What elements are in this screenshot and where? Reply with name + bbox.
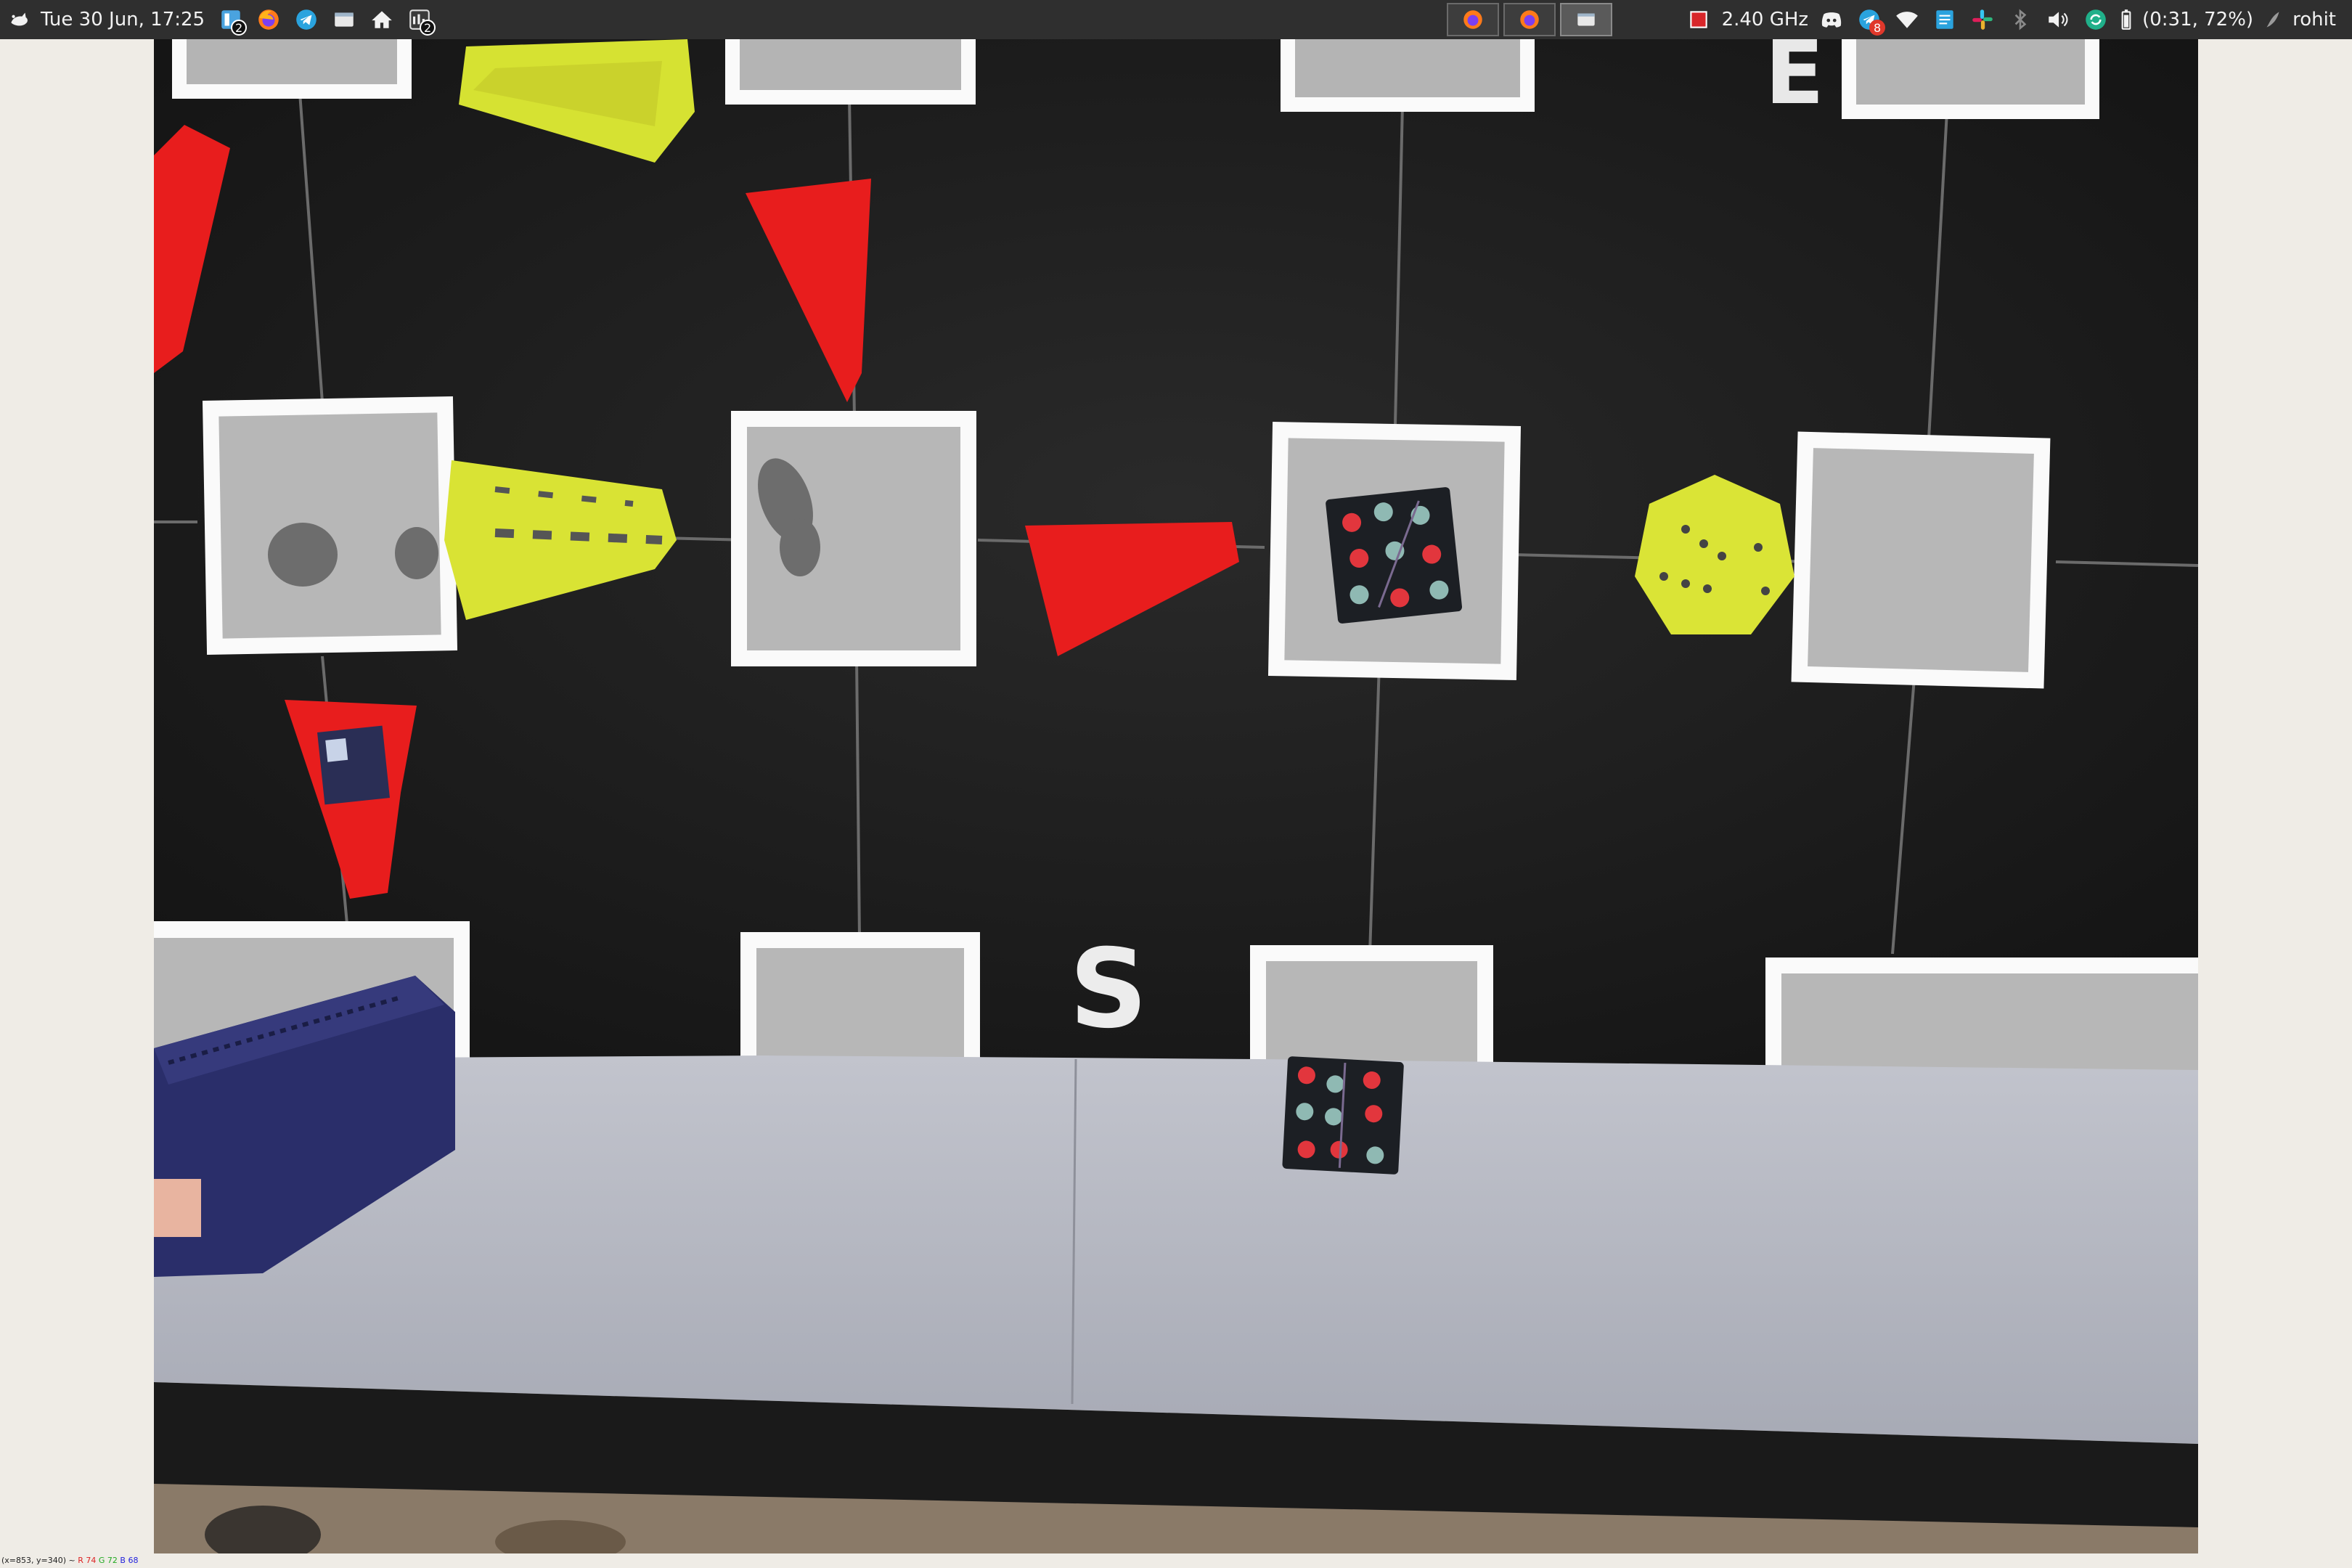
top-panel: Tue 30 Jun, 17:25 2 2 2.40 GHz 8 (0:31, … [0,0,2352,39]
grey-surface [154,1055,2198,1444]
user-name[interactable]: rohit [2292,9,2336,30]
camera-view[interactable]: E S [154,39,2198,1553]
dice-card-on-surface [1282,1056,1404,1175]
xfce-menu-icon[interactable] [3,4,35,36]
bluetooth-icon[interactable] [2004,4,2036,36]
cpu-frequency[interactable]: 2.40 GHz [1722,9,1809,30]
dice-card-on-tile [1326,487,1463,624]
multiload-badge: 2 [420,20,436,36]
window-icon [1577,13,1595,26]
telegram-launcher-icon[interactable] [290,4,322,36]
taskbar-firefox-2[interactable] [1503,3,1556,36]
green-value: G 72 [98,1556,118,1565]
battery-icon[interactable] [2118,4,2135,36]
panel-clock[interactable]: Tue 30 Jun, 17:25 [41,9,205,30]
taskbar-window-active[interactable] [1559,3,1612,36]
wifi-icon[interactable] [1891,4,1923,36]
workspace-badge: 2 [231,20,248,36]
red-value: R 74 [78,1556,97,1565]
telegram-unread-badge: 8 [1869,20,1886,36]
window-launcher-icon[interactable] [328,4,360,36]
taskbar-firefox-1[interactable] [1446,3,1499,36]
multiload-icon[interactable]: 2 [404,4,436,36]
board-label-e: E [1765,39,1824,124]
card-inside-red-piece [317,725,390,805]
panel-right: 2.40 GHz 8 (0:31, 72%) rohit [1445,0,2352,39]
pixel-info-status: (x=853, y=340) ~ R 74 G 72 B 68 [1,1556,138,1565]
workspace-icon[interactable]: 2 [215,4,248,36]
panel-left: Tue 30 Jun, 17:25 2 2 [0,0,438,39]
home-launcher-icon[interactable] [366,4,398,36]
discord-icon[interactable] [1816,4,1847,36]
sync-icon[interactable] [2080,4,2112,36]
notes-icon[interactable] [1929,4,1961,36]
slack-icon[interactable] [1967,4,1998,36]
cursor-coords: (x=853, y=340) ~ [1,1556,75,1565]
battery-status[interactable]: (0:31, 72%) [2142,9,2253,30]
firefox-icon [1463,10,1482,29]
firefox-icon [1519,10,1539,29]
volume-icon[interactable] [2042,4,2074,36]
firefox-launcher-icon[interactable] [253,4,285,36]
blue-value: B 68 [120,1556,139,1565]
board-label-s: S [1069,926,1148,1053]
cpu-monitor-icon[interactable] [1683,4,1715,36]
telegram-tray-icon[interactable]: 8 [1853,4,1886,36]
camera-frame: E S [154,39,2198,1553]
user-icon[interactable] [2261,4,2285,36]
